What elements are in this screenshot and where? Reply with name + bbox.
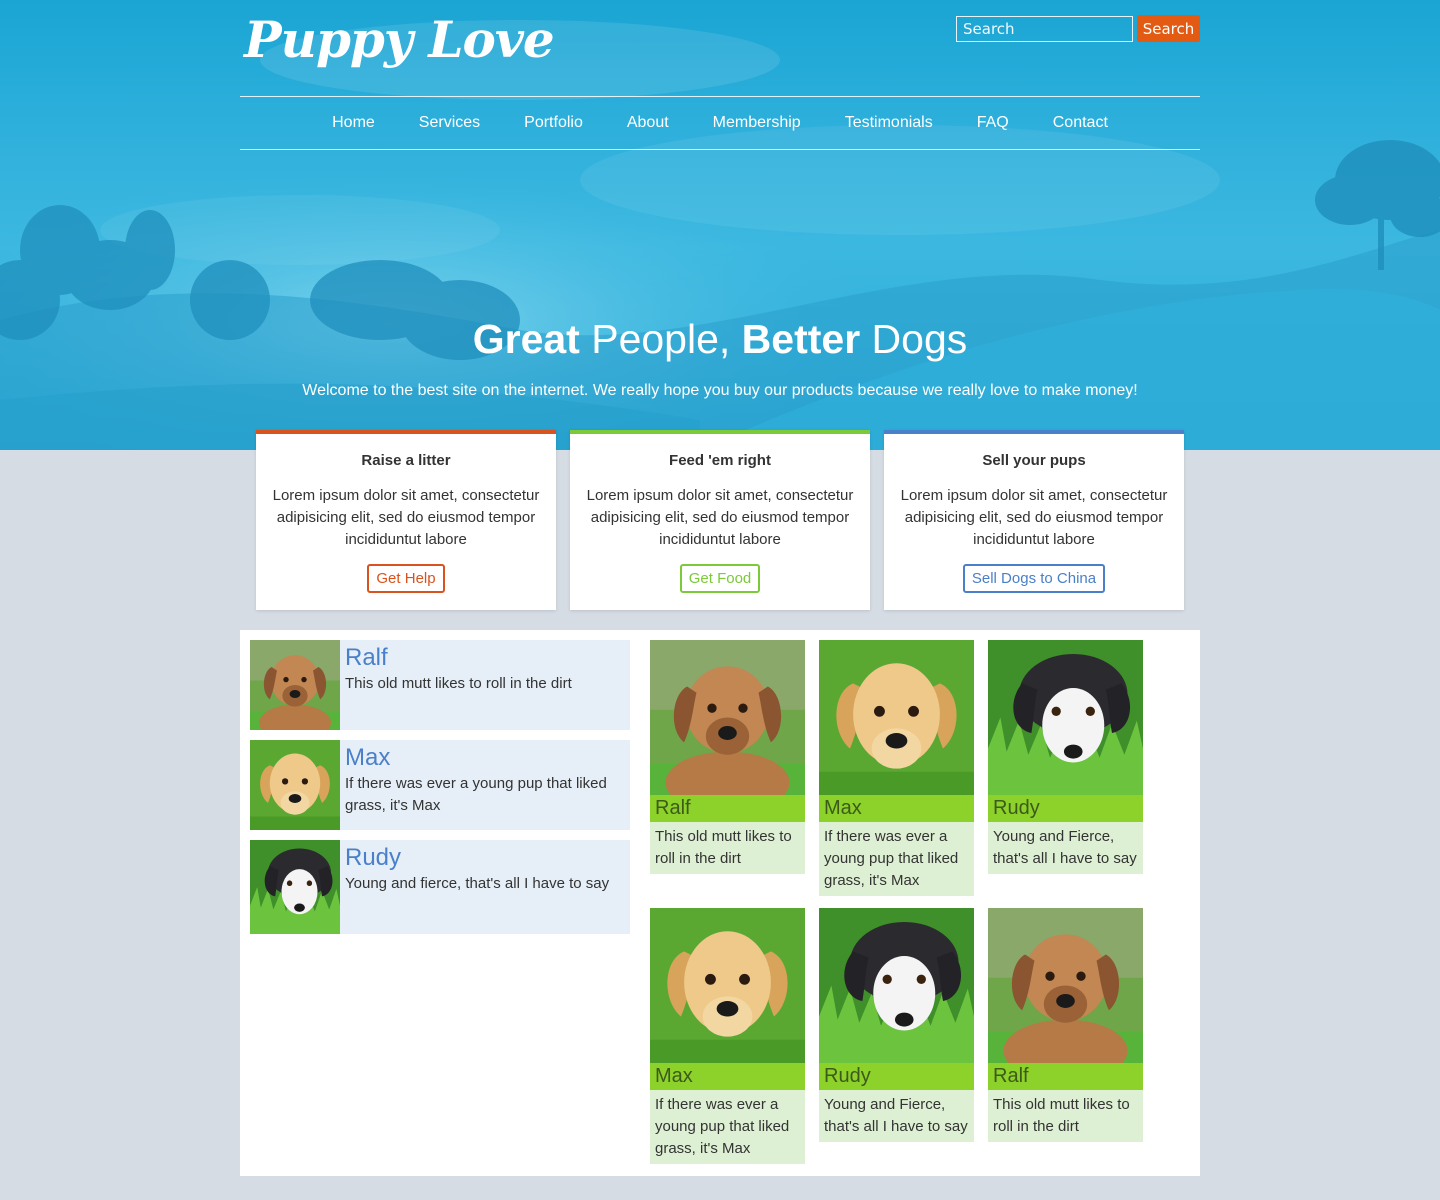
dog-tile[interactable]: Max If there was ever a young pup that l…	[650, 908, 805, 1164]
nav-home[interactable]: Home	[332, 114, 375, 132]
hero-headline: Great People, Better Dogs	[472, 316, 968, 362]
list-item-desc: This old mutt likes to roll in the dirt	[345, 675, 572, 692]
hero-banner: Puppy Love Search Home Services Portfoli…	[0, 0, 1440, 450]
dog-photo	[988, 908, 1143, 1063]
get-food-button[interactable]: Get Food	[679, 564, 761, 593]
list-item-desc: Young and fierce, that's all I have to s…	[345, 875, 610, 892]
nav-about[interactable]: About	[627, 114, 669, 132]
tile-name: Rudy	[988, 795, 1143, 822]
tile-caption: If there was ever a young pup that liked…	[824, 828, 959, 889]
tile-name: Ralf	[988, 1063, 1143, 1090]
list-item[interactable]: Ralf This old mutt likes to roll in the …	[250, 640, 630, 730]
list-item[interactable]: Rudy Young and fierce, that's all I have…	[250, 840, 630, 934]
site-logo[interactable]: Puppy Love	[244, 10, 555, 69]
dog-tile[interactable]: Rudy Young and Fierce, that's all I have…	[819, 908, 974, 1142]
list-item-desc: If there was ever a young pup that liked…	[345, 775, 607, 814]
tile-name: Max	[650, 1063, 805, 1090]
hero-tagline: Welcome to the best site on the internet…	[302, 382, 1138, 399]
card-body: Lorem ipsum dolor sit amet, consectetur …	[900, 487, 1168, 548]
dog-photo	[819, 908, 974, 1063]
dog-photo	[988, 640, 1143, 795]
dog-photo	[819, 640, 974, 795]
card-title: Feed 'em right	[669, 452, 771, 469]
feature-card-raise: Raise a litter Lorem ipsum dolor sit ame…	[256, 430, 556, 610]
tile-caption: Young and Fierce, that's all I have to s…	[993, 828, 1137, 867]
sell-dogs-button[interactable]: Sell Dogs to China	[962, 564, 1106, 593]
search-input[interactable]	[956, 16, 1133, 42]
dog-photo	[250, 740, 340, 830]
feature-card-sell: Sell your pups Lorem ipsum dolor sit ame…	[884, 430, 1184, 610]
dog-tile[interactable]: Rudy Young and Fierce, that's all I have…	[988, 640, 1143, 874]
card-title: Raise a litter	[361, 452, 451, 469]
dog-photo	[250, 840, 340, 934]
dog-photo	[650, 640, 805, 795]
dog-tile[interactable]: Max If there was ever a young pup that l…	[819, 640, 974, 896]
tile-name: Max	[819, 795, 974, 822]
card-body: Lorem ipsum dolor sit amet, consectetur …	[272, 487, 540, 548]
dog-photo	[650, 908, 805, 1063]
dog-tile[interactable]: Ralf This old mutt likes to roll in the …	[650, 640, 805, 874]
list-item-name: Max	[345, 744, 391, 771]
tile-caption: This old mutt likes to roll in the dirt	[655, 828, 792, 867]
content-panel: Ralf This old mutt likes to roll in the …	[240, 630, 1200, 1176]
list-item-name: Rudy	[345, 844, 402, 871]
nav-portfolio[interactable]: Portfolio	[524, 114, 583, 132]
nav-faq[interactable]: FAQ	[977, 114, 1009, 132]
tile-name: Ralf	[650, 795, 805, 822]
get-help-button[interactable]: Get Help	[367, 564, 445, 593]
dog-tile[interactable]: Ralf This old mutt likes to roll in the …	[988, 908, 1143, 1142]
tile-caption: Young and Fierce, that's all I have to s…	[824, 1096, 968, 1135]
tile-caption: If there was ever a young pup that liked…	[655, 1096, 790, 1157]
list-item[interactable]: Max If there was ever a young pup that l…	[250, 740, 630, 830]
nav-services[interactable]: Services	[419, 114, 480, 132]
nav-testimonials[interactable]: Testimonials	[845, 114, 933, 132]
card-title: Sell your pups	[982, 452, 1086, 469]
main-nav: Home Services Portfolio About Membership…	[240, 96, 1200, 150]
dog-photo	[250, 640, 340, 730]
tile-name: Rudy	[819, 1063, 974, 1090]
search-button[interactable]: Search	[1137, 15, 1200, 42]
card-body: Lorem ipsum dolor sit amet, consectetur …	[586, 487, 854, 548]
feature-card-feed: Feed 'em right Lorem ipsum dolor sit ame…	[570, 430, 870, 610]
nav-contact[interactable]: Contact	[1053, 114, 1108, 132]
nav-membership[interactable]: Membership	[713, 114, 801, 132]
tile-caption: This old mutt likes to roll in the dirt	[993, 1096, 1130, 1135]
list-item-name: Ralf	[345, 644, 388, 671]
